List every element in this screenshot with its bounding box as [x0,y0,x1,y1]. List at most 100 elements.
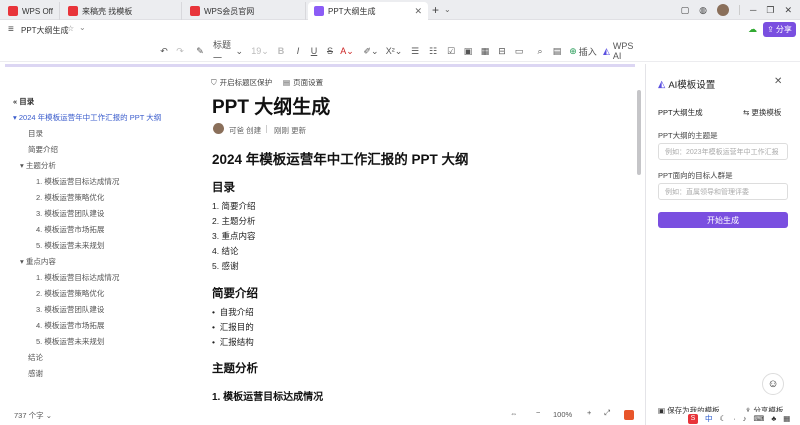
plus-circle-icon: ⊕ [569,45,577,56]
status-bar: 737 个字 ⌄ ⇔ − 100% + ⤢ [0,404,645,425]
outline-item[interactable]: 4. 模板运营市场拓展 [36,224,104,235]
font-color-icon[interactable]: A⌄ [340,44,354,58]
heading-toc: 目录 [212,182,235,194]
generate-button[interactable]: 开始生成 [658,212,788,228]
outline-sidebar: « 目录 ▾ 2024 年模板运营年中工作汇报的 PPT 大纲 目录 简要介绍 … [5,64,205,404]
outline-item[interactable]: 5. 模板运营未来规划 [36,336,104,347]
topic-label: PPT大纲的主题是 [658,131,718,140]
superscript-icon[interactable]: X²⌄ [386,44,403,58]
tablet-icon[interactable]: ▢ [681,5,690,16]
close-icon[interactable]: ✕ [414,6,422,17]
outline-item[interactable]: 3. 模板运营团队建设 [36,304,104,315]
outline-item[interactable]: 简要介绍 [28,144,58,155]
outline-item[interactable]: 目录 [28,128,43,139]
doc-icon [314,6,324,16]
grid-icon[interactable]: ▦ [783,414,790,423]
wps-icon [190,6,200,16]
record-icon[interactable] [624,410,634,420]
undo-icon[interactable]: ↶ [159,44,169,58]
minimize-icon[interactable]: ─ [750,5,756,15]
close-panel-icon[interactable]: ✕ [774,76,782,87]
format-painter-icon[interactable]: ✎ [195,44,205,58]
redo-icon[interactable]: ↷ [175,44,185,58]
share-button[interactable]: ⇪ 分享 [763,22,796,37]
list-item: • 汇报结构 [212,337,254,347]
outline-item[interactable]: 感谢 [28,368,43,379]
tab-ppt-outline[interactable]: PPT大纲生成 ✕ [308,2,428,20]
save-icon: ▣ [658,406,666,415]
tab-wps-office[interactable]: WPS Office [2,2,60,20]
page-setup-button[interactable]: ▤ 页面设置 [283,77,323,88]
font-size-select[interactable]: 19 ⌄ [251,44,269,58]
topic-input[interactable]: 例如：2023年模板运营年中工作汇报 [658,143,788,160]
fullscreen-icon[interactable]: ⤢ [604,408,610,418]
assistant-icon[interactable]: ☺ [762,373,784,395]
moon-icon[interactable]: ☾ [720,414,727,423]
search-icon[interactable]: ⌕ [535,44,545,58]
chevron-down-icon[interactable]: ⌄ [79,23,86,32]
outline-item[interactable]: 2. 模板运营策略优化 [36,192,104,203]
outline-item[interactable]: ▾ 2024 年模板运营年中工作汇报的 PPT 大纲 [13,112,161,123]
table-icon[interactable]: ▦ [480,44,490,58]
scrollbar[interactable] [637,90,641,175]
checklist-icon[interactable]: ☑ [446,44,456,58]
doc-title[interactable]: PPT大纲生成 [21,25,69,36]
outline-item[interactable]: ▾ 重点内容 [20,256,56,267]
comment-icon[interactable]: ▭ [514,44,524,58]
ordered-list-icon[interactable]: ☰ [410,44,420,58]
link-icon[interactable]: ⊟ [497,44,507,58]
menu-icon[interactable]: ≡ [8,24,14,35]
zoom-out-icon[interactable]: − [536,408,540,417]
outline-item[interactable]: 2. 模板运营策略优化 [36,288,104,299]
punctuation-icon[interactable]: · [733,414,736,423]
outline-item[interactable]: 结论 [28,352,43,363]
avatar[interactable] [716,4,729,16]
outline-item[interactable]: 1. 模板运营目标达成情况 [36,176,119,187]
underline-icon[interactable]: U [309,44,319,58]
panel-title: ◭ AI模板设置 [658,78,716,92]
heading-sub: 1. 模板运营目标达成情况 [212,392,324,403]
list-item: 1. 简要介绍 [212,201,256,211]
more-icon[interactable]: ▤ [552,44,562,58]
style-select[interactable]: 标题一 ⌄ [213,40,243,63]
list-item: • 自我介绍 [212,307,254,317]
close-window-icon[interactable]: ✕ [784,5,792,16]
ime-lang[interactable]: 中 [705,413,713,424]
keyboard-icon[interactable]: ⌨ [753,414,764,423]
outline-item[interactable]: 4. 模板运营市场拓展 [36,320,104,331]
collapse-view-icon[interactable]: ⇔ [510,409,518,418]
image-icon[interactable]: ▣ [463,44,473,58]
wps-ai-button[interactable]: ◭ WPS AI [603,41,643,61]
protect-title-button[interactable]: ⛉ 开启标题区保护 [211,77,272,88]
switch-template-button[interactable]: ⇆ 更换模板 [743,107,781,118]
document-body[interactable]: ⛉ 开启标题区保护 ▤ 页面设置 PPT 大纲生成 可爸 创建 刚刚 更新 2024… [205,64,635,404]
outline-item[interactable]: 3. 模板运营团队建设 [36,208,104,219]
tab-bar: WPS Office 来稿壳 找模板 WPS会员官网 PPT大纲生成 ✕ + ⌄… [0,0,800,20]
outline-item[interactable]: ▾ 主题分析 [20,160,56,171]
outline-item[interactable]: 5. 模板运营未来规划 [36,240,104,251]
tab-find-template[interactable]: 来稿壳 找模板 [62,2,182,20]
highlight-icon[interactable]: ✐⌄ [363,44,378,58]
strikethrough-icon[interactable]: S [325,44,335,58]
zoom-level[interactable]: 100% [553,410,572,419]
shirt-icon[interactable]: ♣ [771,414,776,423]
bold-icon[interactable]: B [276,44,286,58]
italic-icon[interactable]: I [293,44,303,58]
tab-wps-member[interactable]: WPS会员官网 [184,2,306,20]
skin-icon[interactable]: ◍ [699,5,707,16]
list-item: 4. 结论 [212,246,239,256]
word-count[interactable]: 737 个字 ⌄ [14,410,52,421]
insert-button[interactable]: ⊕ 插入 [569,44,597,58]
zoom-in-icon[interactable]: + [587,408,591,417]
bullet-list-icon[interactable]: ☷ [428,44,438,58]
audience-input[interactable]: 例如：直属领导和管理评委 [658,183,788,200]
restore-icon[interactable]: ❐ [766,5,774,16]
ime-logo-icon[interactable]: S [688,413,698,424]
star-icon[interactable]: ☆ [67,24,74,33]
cloud-sync-icon[interactable]: ☁ [748,24,757,35]
outline-item[interactable]: 1. 模板运营目标达成情况 [36,272,119,283]
new-tab-button[interactable]: + [432,3,439,17]
outline-header[interactable]: « 目录 [13,96,34,107]
mic-icon[interactable]: ♪ [743,414,747,423]
chevron-down-icon[interactable]: ⌄ [444,5,451,14]
